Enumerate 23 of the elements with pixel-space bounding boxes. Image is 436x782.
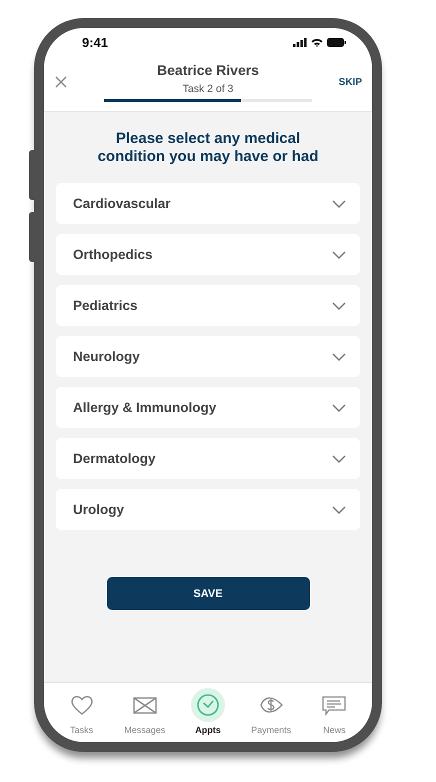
patient-name: Beatrice Rivers: [157, 62, 259, 78]
category-item[interactable]: Orthopedics: [56, 234, 360, 275]
skip-button[interactable]: SKIP: [338, 77, 362, 88]
battery-icon: [327, 38, 346, 47]
save-button[interactable]: SAVE: [106, 577, 310, 610]
signal-icon: [293, 38, 307, 47]
clock-icon: [194, 692, 221, 718]
tab-item[interactable]: Tasks: [52, 683, 112, 742]
close-icon[interactable]: [54, 75, 68, 89]
category-item[interactable]: Pediatrics: [56, 285, 360, 326]
question-heading: Please select any medical condition you may have or had: [96, 130, 320, 166]
category-item[interactable]: Cardiovascular: [56, 183, 360, 224]
status-time: 9:41: [82, 35, 108, 50]
wifi-icon: [311, 38, 323, 47]
task-counter: Task 2 of 3: [182, 83, 234, 95]
category-item[interactable]: Allergy & Immunology: [56, 387, 360, 428]
category-item[interactable]: Dermatology: [56, 438, 360, 479]
tab-item[interactable]: Payments: [241, 683, 302, 742]
tab-item[interactable]: News: [304, 683, 364, 742]
category-item[interactable]: Urology: [56, 489, 360, 530]
tab-item[interactable]: Appts: [178, 683, 238, 742]
tab-item[interactable]: Messages: [114, 683, 175, 742]
category-item[interactable]: Neurology: [56, 336, 360, 377]
